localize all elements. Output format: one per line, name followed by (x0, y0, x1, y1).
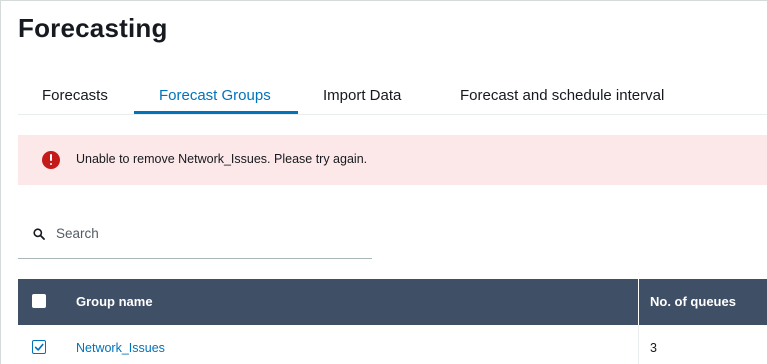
alert-message: Unable to remove Network_Issues. Please … (76, 152, 368, 166)
active-tab-indicator (134, 111, 298, 114)
column-header-group-name[interactable]: Group name (76, 294, 153, 309)
column-divider (638, 325, 639, 364)
row-checkbox[interactable] (32, 340, 46, 354)
search-box (18, 217, 372, 259)
error-icon (42, 151, 60, 169)
table-header: Group name No. of queues (18, 279, 767, 325)
search-input[interactable] (56, 222, 356, 244)
checkmark-icon (34, 343, 44, 351)
tab-import-data[interactable]: Import Data (323, 87, 401, 104)
column-header-no-of-queues[interactable]: No. of queues (650, 294, 736, 309)
tab-forecast-groups[interactable]: Forecast Groups (159, 87, 271, 104)
group-name-link[interactable]: Network_Issues (76, 341, 165, 355)
forecasting-page: Forecasting Forecasts Forecast Groups Im… (0, 0, 767, 364)
column-divider (638, 279, 639, 325)
search-icon (33, 228, 45, 240)
tab-forecast-and-schedule-interval[interactable]: Forecast and schedule interval (460, 87, 664, 104)
tab-forecasts[interactable]: Forecasts (42, 87, 108, 104)
page-title: Forecasting (18, 13, 168, 43)
table-row: Network_Issues 3 (18, 325, 767, 364)
queues-count: 3 (650, 341, 657, 355)
tab-bar: Forecasts Forecast Groups Import Data Fo… (18, 81, 767, 115)
select-all-checkbox[interactable] (32, 294, 46, 308)
error-alert: Unable to remove Network_Issues. Please … (18, 135, 767, 185)
